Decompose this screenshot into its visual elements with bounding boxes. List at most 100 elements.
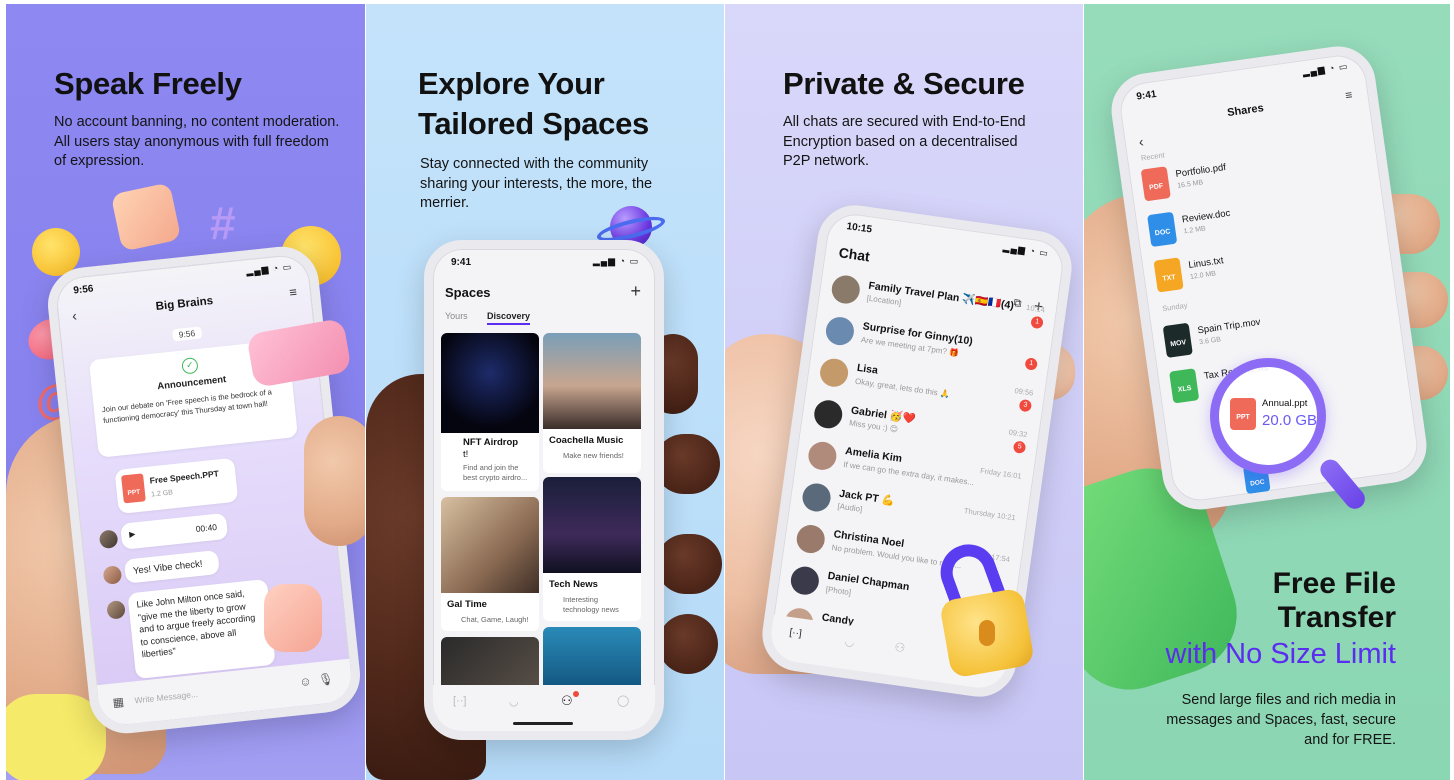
play-icon[interactable]: ▶ (129, 527, 136, 541)
chat-time: 10:14 (1025, 302, 1046, 315)
chat-tab-icon[interactable]: [··] (453, 695, 466, 707)
notification-dot (573, 691, 579, 697)
spaces-tab-icon[interactable]: ⚇ (561, 693, 573, 709)
panel-subtitle: No account banning, no content moderatio… (54, 114, 340, 169)
chat-time: Friday 16:01 (979, 466, 1023, 481)
file-name: Spain Trip.mov (1196, 316, 1262, 337)
chat-message: Yes! Vibe check! (123, 549, 220, 584)
avatar (789, 564, 821, 597)
add-space-button[interactable]: + (630, 281, 641, 302)
avatar (106, 599, 126, 620)
ppt-file-icon: PPT (121, 473, 146, 504)
thumb-illustration (304, 416, 365, 546)
space-image (543, 333, 641, 429)
file-list: PDF Portfolio.pdf 16.5 MB DOC Review.doc 1.2 … (1129, 135, 1375, 404)
panel-speak-freely: Speak Freely No account banning, no cont… (6, 4, 365, 780)
status-time: 9:41 (1135, 88, 1158, 103)
finger-illustration (658, 614, 718, 674)
space-title: Gal Time (447, 599, 487, 610)
file-type-icon: TXT (1153, 257, 1184, 293)
space-title: Coachella Music (549, 435, 624, 446)
chat-name: Family Travel Plan ✈️🇪🇸🇫🇷(4) (867, 279, 1015, 312)
status-time: 9:41 (451, 257, 472, 268)
space-card[interactable]: Tech News Interesting technology news (543, 477, 641, 621)
signal-icon: ▂▄▆ ◔ ▭ (1002, 242, 1050, 259)
avatar (98, 529, 119, 550)
file-name: Free Speech.PPT (149, 468, 220, 486)
chat-tab-icon[interactable]: [··] (789, 627, 803, 640)
chat-preview: [Photo] (825, 584, 852, 598)
panel-title: Speak Freely (54, 66, 242, 101)
file-name: Review.doc (1181, 207, 1231, 226)
panel-tailored-spaces: Explore Your Tailored Spaces Stay connec… (366, 4, 724, 780)
chat-title: Chat (837, 244, 871, 265)
call-tab-icon[interactable]: ◡ (509, 695, 519, 708)
panel-title-line1: Explore Your (418, 66, 605, 101)
space-desc: Make new friends! (563, 451, 624, 460)
spaces-tab-icon[interactable]: ⚇ (894, 640, 907, 655)
section-sunday: Sunday (1161, 300, 1189, 314)
chat-name: Lisa (856, 361, 879, 377)
unread-badge: 1 (1024, 357, 1038, 371)
profile-tab-icon[interactable]: ◯ (617, 694, 629, 707)
status-time: 10:15 (845, 221, 873, 236)
phone-spaces: 9:41 ▂▄▆ ◔ ▭ Spaces + Yours Discovery NF… (424, 240, 664, 740)
ppt-file-icon: PPT (1230, 398, 1256, 430)
signal-icon: ▂▄▆ ◔ ▭ (592, 256, 639, 266)
space-card[interactable]: NFT Airdrop t! Find and join the best cr… (441, 333, 539, 491)
chat-time: 09:56 (1013, 386, 1034, 398)
chat-list: Family Travel Plan ✈️🇪🇸🇫🇷(4) [Location] 10… (783, 268, 1059, 639)
panel-title-line1: Free File (1272, 567, 1396, 600)
avatar (806, 440, 839, 472)
voice-message[interactable]: ▶ 00:40 (120, 512, 229, 550)
unread-badge: 5 (1012, 440, 1027, 455)
file-type-icon: XLS (1169, 368, 1200, 404)
file-message[interactable]: PPT Free Speech.PPT 1.2 GB (114, 457, 239, 515)
unread-badge: 1 (1030, 315, 1044, 330)
thumbs-up-icon (264, 584, 322, 652)
spaces-title: Spaces (445, 285, 491, 300)
menu-icon[interactable]: ≡ (288, 284, 297, 300)
signal-icon: ▂▄▆ ◔ ▭ (1301, 60, 1349, 78)
space-title-cont: t! (463, 449, 469, 460)
mic-icon[interactable]: 🎙 (318, 672, 335, 688)
chat-time: 09:32 (1008, 427, 1028, 440)
image-icon (110, 182, 182, 252)
chat-preview: [Audio] (836, 501, 863, 514)
file-name: Linus.txt (1187, 255, 1225, 272)
space-title: Tech News (549, 579, 598, 590)
message-input[interactable]: Write Message... (134, 689, 198, 706)
space-card[interactable]: Coachella Music Make new friends! (543, 333, 641, 473)
status-bar: 9:41 ▂▄▆ ◔ ▭ (433, 249, 655, 275)
magnified-file-name: Annual.ppt (1262, 398, 1308, 409)
padlock-icon (932, 536, 1039, 679)
file-size: 16.5 MB (1176, 179, 1204, 190)
avatar (794, 523, 827, 555)
panel-title-line2: Tailored Spaces (418, 106, 649, 141)
voice-duration: 00:40 (195, 521, 218, 535)
space-image (441, 497, 539, 593)
back-icon[interactable]: ‹ (1138, 133, 1145, 149)
tab-discovery[interactable]: Discovery (487, 311, 531, 325)
space-card[interactable]: Gal Time Chat, Game, Laugh! (441, 497, 539, 631)
panel-title: Private & Secure (783, 66, 1025, 101)
space-title: NFT Airdrop (463, 437, 519, 448)
panel-title-line2: Transfer (1277, 601, 1396, 634)
tab-bar: [··] ◡ ⚇ ◯ (433, 685, 655, 731)
space-image (441, 333, 539, 433)
file-size: 1.2 MB (1183, 225, 1207, 236)
magnifier-icon: PPT Annual.ppt 20.0 GB (1210, 358, 1370, 528)
panel-subtitle: Send large files and rich media in messa… (1166, 692, 1396, 748)
emoji-icon[interactable]: ☺ (299, 674, 313, 689)
avatar (818, 356, 850, 389)
apps-icon[interactable]: ▦ (112, 695, 125, 710)
space-desc: Find and join the best crypto airdro... (463, 463, 528, 482)
tab-yours[interactable]: Yours (445, 311, 468, 321)
chat-preview: Okay, great, lets do this 🙏 (854, 376, 951, 399)
space-desc: Interesting technology news (563, 595, 619, 614)
space-image (543, 477, 641, 573)
panel-private-secure: Private & Secure All chats are secured w… (725, 4, 1083, 780)
file-name: Portfolio.pdf (1174, 161, 1227, 180)
call-tab-icon[interactable]: ◡ (844, 635, 855, 649)
avatar (824, 315, 856, 347)
